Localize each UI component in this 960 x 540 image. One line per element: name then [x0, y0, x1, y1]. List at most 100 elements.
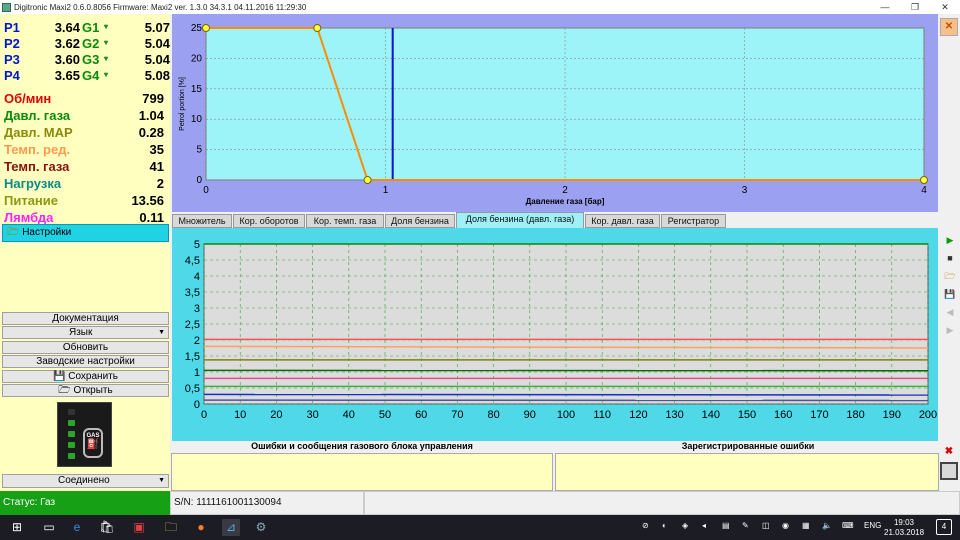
save-button[interactable]: 💾 Сохранить	[2, 370, 169, 383]
metric-label: Давл. газа	[4, 108, 71, 123]
tab-gas-pressure-correction[interactable]: Кор. давл. газа	[585, 214, 660, 228]
metric-value: 35	[149, 142, 164, 157]
petrol-injector-label: P4	[4, 68, 20, 83]
scroll-left-icon[interactable]: ◀	[942, 304, 958, 320]
clock-date: 21.03.2018	[884, 528, 925, 537]
y-tick-label: 0	[196, 175, 202, 186]
x-tick-label: 100	[557, 409, 575, 421]
tray-icon[interactable]: ◈	[682, 521, 688, 530]
volume-icon[interactable]: 🔈	[822, 521, 832, 530]
tray-icon[interactable]: ◉	[782, 521, 789, 530]
close-window-button[interactable]: ✕	[930, 0, 960, 14]
registered-errors-box	[555, 453, 939, 491]
documentation-button[interactable]: Документация	[2, 312, 169, 325]
gas-injector-label: G1	[82, 20, 100, 35]
petrol-injector-label: P1	[4, 20, 20, 35]
gas-injector-value: 5.04	[144, 52, 170, 67]
floppy-icon: 💾	[53, 371, 66, 382]
gas-pump-icon: GAS ⛽	[83, 428, 103, 458]
petrol-injector-value: 3.65	[54, 68, 80, 83]
folder-open-icon[interactable]: 🗁	[942, 268, 958, 284]
tools-icon[interactable]: ✕	[940, 18, 958, 36]
play-icon[interactable]: ▶	[942, 232, 958, 248]
store-icon[interactable]: 🛍	[98, 519, 116, 536]
factory-settings-button[interactable]: Заводские настройки	[2, 355, 169, 368]
floppy-icon[interactable]: 💾	[942, 286, 958, 302]
injector-icon: ▾	[104, 22, 109, 31]
title-bar: Digitronic Maxi2 0.6.0.8056 Firmware: Ma…	[0, 0, 960, 14]
maximize-button[interactable]: ❐	[900, 0, 930, 14]
status-bar	[364, 491, 960, 515]
x-tick-label: 40	[343, 409, 355, 421]
metric-label: Темп. ред.	[4, 142, 71, 157]
clock-time: 19:03	[893, 518, 915, 527]
x-tick-label: 10	[234, 409, 246, 421]
y-tick-label: 20	[191, 53, 203, 64]
petrol-injector-label: P3	[4, 52, 20, 67]
language-indicator[interactable]: ENG	[864, 521, 881, 530]
tab-recorder[interactable]: Регистратор	[661, 214, 726, 228]
tray-icon[interactable]: ◐	[662, 521, 667, 530]
y-tick-label: 4,5	[185, 255, 200, 267]
network-icon[interactable]: ▦	[802, 521, 810, 530]
app-icon[interactable]: ▣	[130, 519, 148, 536]
notifications-icon[interactable]: 4	[936, 519, 952, 535]
metric-label: Об/мин	[4, 91, 52, 106]
digitronic-taskbar-icon[interactable]: ⊿	[222, 519, 240, 536]
serial-number: S/N: 1111161001130094	[170, 491, 364, 515]
stop-icon[interactable]: ■	[942, 250, 958, 266]
tray-icon[interactable]: ⊘	[642, 521, 649, 530]
open-label: Открыть	[73, 385, 113, 396]
led	[68, 420, 75, 426]
tool-icon[interactable]: ⚙	[252, 519, 270, 536]
tray-icon[interactable]: ▤	[722, 521, 730, 530]
firefox-icon[interactable]: ●	[192, 519, 210, 536]
metric-label: Давл. MAP	[4, 125, 73, 140]
petrol-portion-chart: 0 5 10 15 20 25 0 1 2 3 4 Давление газа [бар] Petrol…	[172, 14, 938, 212]
windows-start-icon[interactable]: ⊞	[8, 519, 26, 536]
x-tick-label: 150	[738, 409, 756, 421]
injector-icon: ▾	[104, 70, 109, 79]
explorer-icon[interactable]: 🗀	[162, 519, 180, 536]
clear-errors-icon[interactable]: ✖	[940, 444, 958, 462]
gas-injector-value: 5.04	[144, 36, 170, 51]
stop-square-icon[interactable]	[940, 462, 958, 480]
petrol-portion-plot[interactable]: 0 5 10 15 20 25 0 1 2 3 4 Давление газа [бар] Petrol…	[172, 14, 938, 212]
status-label: Статус: Газ	[0, 491, 170, 515]
x-tick-label: 110	[593, 409, 611, 421]
tray-icon[interactable]: ◫	[762, 521, 770, 530]
language-dropdown[interactable]: Язык ▼	[2, 326, 169, 339]
x-tick-label: 2	[562, 185, 568, 196]
injector-icon: ▾	[104, 38, 109, 47]
open-button[interactable]: 🗁 Открыть	[2, 384, 169, 397]
connection-dropdown[interactable]: Соединено ▼	[2, 474, 169, 488]
tab-petrol-portion-gas-pressure[interactable]: Доля бензина (давл. газа)	[456, 212, 584, 228]
tab-multiplier[interactable]: Множитель	[172, 214, 232, 228]
series-line	[203, 393, 929, 396]
keyboard-icon[interactable]: ⌨	[842, 521, 854, 530]
metric-label: Питание	[4, 193, 59, 208]
update-button[interactable]: Обновить	[2, 341, 169, 354]
tab-petrol-portion[interactable]: Доля бензина	[385, 214, 455, 228]
y-tick-label: 3,5	[185, 287, 200, 299]
clock[interactable]: 19:03 21.03.2018	[884, 518, 924, 538]
y-tick-label: 10	[191, 114, 203, 125]
folder-open-icon: 🗁	[58, 385, 71, 396]
tray-icon[interactable]: ✎	[742, 521, 749, 530]
data-point	[363, 176, 372, 184]
metric-value: 13.56	[131, 193, 164, 208]
edge-icon[interactable]: e	[68, 519, 86, 536]
metric-label: Темп. газа	[4, 159, 70, 174]
scroll-right-icon[interactable]: ▶	[942, 322, 958, 338]
notifications-count: 4	[941, 522, 947, 531]
chevron-down-icon: ▼	[158, 329, 165, 336]
y-tick-label: 0,5	[185, 383, 200, 395]
tab-gas-temp-correction[interactable]: Кор. темп. газа	[306, 214, 384, 228]
tray-icon[interactable]: ◂	[702, 521, 706, 530]
task-view-icon[interactable]: ▭	[40, 519, 58, 536]
minimize-button[interactable]: —	[870, 0, 900, 14]
app-icon	[2, 2, 11, 12]
tab-rpm-correction[interactable]: Кор. оборотов	[233, 214, 305, 228]
settings-tree-item[interactable]: 🗁 Настройки	[2, 224, 169, 242]
gas-switch-image: GAS ⛽	[57, 402, 112, 467]
